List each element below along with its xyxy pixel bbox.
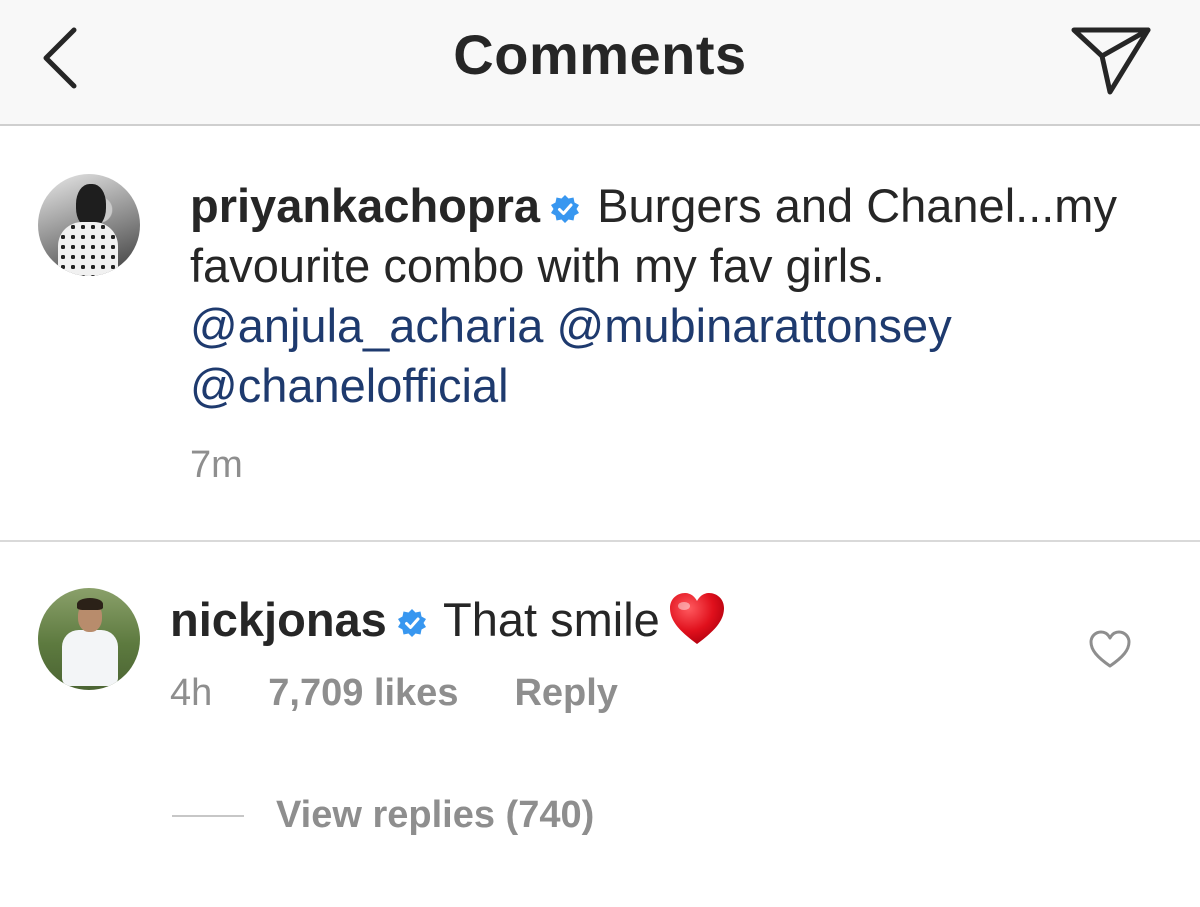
like-button[interactable] [1088, 630, 1132, 670]
view-replies-button[interactable]: View replies (740) [172, 794, 594, 844]
page-title: Comments [453, 23, 747, 86]
caption-timestamp: 7m [190, 444, 243, 486]
comment-username[interactable]: nickjonas [170, 593, 387, 646]
verified-badge-icon [551, 195, 580, 223]
mention-link[interactable]: @mubinarattonsey [557, 299, 952, 352]
reply-button[interactable]: Reply [514, 672, 617, 714]
comment-item: nickjonas That smile 4h 7,709 likes Reply … [0, 542, 1200, 907]
post-caption: priyankachopra Burgers and Chanel...my f… [0, 126, 1200, 542]
divider [172, 814, 244, 817]
red-heart-icon [669, 593, 724, 644]
heart-outline-icon [1089, 630, 1131, 668]
mention-link[interactable]: @anjula_acharia [190, 299, 543, 352]
comment-body: That smile [443, 593, 660, 646]
caption-username[interactable]: priyankachopra [190, 179, 540, 232]
caption-text: priyankachopra Burgers and Chanel...my f… [190, 176, 1180, 416]
comment-meta: 4h 7,709 likes Reply [170, 672, 618, 715]
view-replies-label: View replies (740) [276, 794, 595, 836]
comment-text: nickjonas That smile [170, 590, 1050, 650]
share-button[interactable] [1068, 22, 1156, 98]
comment-timestamp: 4h [170, 672, 213, 714]
avatar[interactable] [38, 588, 140, 690]
comments-header: Comments [0, 0, 1200, 126]
avatar[interactable] [38, 174, 140, 276]
likes-count[interactable]: 7,709 likes [268, 672, 458, 714]
mention-link[interactable]: @chanelofficial [190, 359, 509, 412]
paper-plane-icon [1071, 27, 1151, 95]
verified-badge-icon [397, 609, 426, 637]
